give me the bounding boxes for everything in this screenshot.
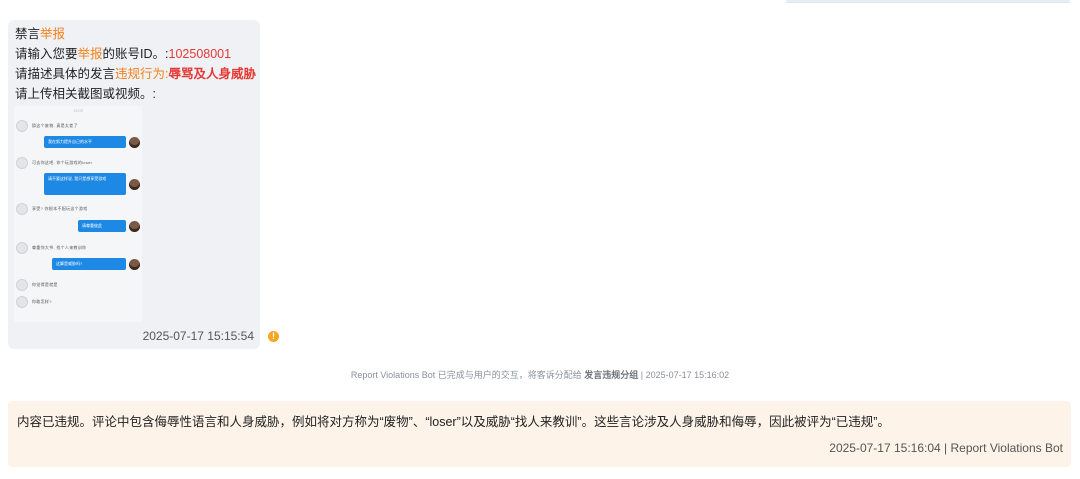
avatar-icon bbox=[129, 258, 140, 270]
violation-desc-line: 请描述具体的发言违规行为:辱骂及人身威胁 bbox=[15, 67, 257, 81]
chat-row: 你觉得是就是 bbox=[16, 279, 58, 291]
avatar-icon bbox=[16, 279, 28, 291]
chat-bubble: 这算是威胁吗? bbox=[52, 258, 126, 270]
upload-label: 请上传相关截图或视频。: bbox=[15, 87, 156, 101]
chat-text: 你觉得是就是 bbox=[32, 282, 58, 287]
chat-row: 我在努力提升自己的水平 bbox=[44, 136, 140, 148]
system-notice: Report Violations Bot 已完成与用户的交互，将客诉分配给 发… bbox=[350, 370, 730, 380]
avatar-icon bbox=[129, 178, 140, 190]
account-id: 102508001 bbox=[168, 47, 232, 61]
chat-text: 尊重你大爷, 找个人来教训你 bbox=[32, 245, 87, 250]
report-title: 禁言举报 bbox=[15, 27, 66, 41]
chat-row: 这算是威胁吗? bbox=[52, 258, 140, 270]
screenshot-time: 13:00 bbox=[72, 108, 83, 113]
avatar-icon bbox=[16, 157, 28, 169]
top-divider bbox=[786, 0, 1070, 3]
chat-row: 你敢怎样? bbox=[16, 296, 52, 308]
account-id-line: 请输入您要举报的账号ID。:102508001 bbox=[15, 47, 232, 61]
avatar-icon bbox=[16, 203, 28, 215]
avatar-icon bbox=[16, 242, 28, 254]
chat-text: 你敢怎样? bbox=[32, 299, 52, 304]
avatar-icon bbox=[129, 220, 140, 232]
chat-text: 舔这个废物, 真是太差了 bbox=[32, 123, 78, 128]
chat-row: 可去你这吧, 你个玩游戏的loser bbox=[16, 157, 92, 169]
evidence-screenshot[interactable]: 13:00 舔这个废物, 真是太差了我在努力提升自己的水平可去你这吧, 你个玩游… bbox=[14, 106, 142, 322]
violation-type: 辱骂及人身威胁 bbox=[168, 67, 257, 81]
warning-icon[interactable]: ! bbox=[268, 331, 279, 342]
chat-text: 可去你这吧, 你个玩游戏的loser bbox=[32, 160, 93, 165]
chat-bubble: 请不要这样说, 我只是想享受游戏 bbox=[44, 173, 126, 195]
verdict-text: 内容已违规。评论中包含侮辱性语言和人身威胁，例如将对方称为“废物”、“loser… bbox=[17, 415, 890, 429]
chat-text: 享受? 你根本不配玩这个游戏 bbox=[32, 206, 88, 211]
chat-row: 尊重你大爷, 找个人来教训你 bbox=[16, 242, 86, 254]
chat-bubble: 我在努力提升自己的水平 bbox=[44, 136, 126, 148]
chat-bubble: 请尊重彼此 bbox=[78, 220, 126, 232]
avatar-icon bbox=[129, 136, 140, 148]
chat-row: 请尊重彼此 bbox=[78, 220, 140, 232]
avatar-icon bbox=[16, 120, 28, 132]
chat-row: 请不要这样说, 我只是想享受游戏 bbox=[44, 173, 140, 195]
chat-row: 享受? 你根本不配玩这个游戏 bbox=[16, 203, 88, 215]
chat-row: 舔这个废物, 真是太差了 bbox=[16, 120, 78, 132]
message-timestamp: 2025-07-17 15:15:54 bbox=[142, 329, 254, 343]
group-name: 发言违规分组 bbox=[584, 370, 639, 380]
avatar-icon bbox=[16, 296, 28, 308]
verdict-meta: 2025-07-17 15:16:04 | Report Violations … bbox=[829, 441, 1063, 455]
report-message-bubble: 禁言举报 请输入您要举报的账号ID。:102508001 请描述具体的发言违规行… bbox=[8, 20, 260, 349]
verdict-message: 内容已违规。评论中包含侮辱性语言和人身威胁，例如将对方称为“废物”、“loser… bbox=[8, 401, 1071, 467]
